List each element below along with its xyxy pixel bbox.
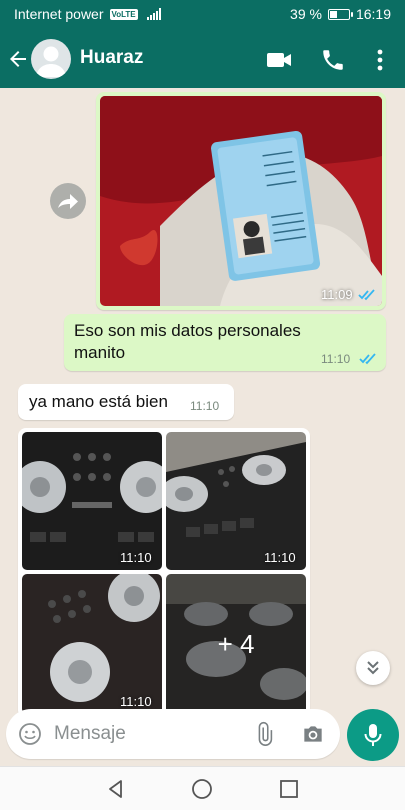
message-time: 11:10 (190, 399, 220, 413)
more-options-icon[interactable] (367, 47, 393, 73)
dj-controller-photo[interactable]: 11:10 (22, 574, 162, 714)
incoming-image-group[interactable]: 11:10 11:10 11:10 + 4 (18, 428, 310, 718)
id-card-photo[interactable] (100, 96, 382, 306)
volte-badge: VoLTE (109, 8, 138, 20)
message-composer[interactable]: Mensaje (6, 709, 340, 759)
message-time: 11:10 (321, 352, 351, 366)
back-arrow-icon[interactable] (6, 47, 30, 71)
battery-percent: 39 % (290, 6, 322, 22)
battery-icon (327, 8, 353, 20)
forward-icon (58, 194, 78, 209)
nav-recents-icon[interactable] (279, 779, 299, 799)
outgoing-text-message[interactable]: Eso son mis datos personales manito 11:1… (64, 314, 386, 371)
status-left: Internet power VoLTE (14, 6, 161, 22)
forward-button[interactable] (50, 183, 86, 219)
message-text: ya mano está bien (29, 392, 168, 411)
voice-message-button[interactable] (347, 709, 399, 761)
status-bar: Internet power VoLTE 39 % 16:19 (0, 0, 405, 30)
photo-time: 11:10 (120, 550, 152, 565)
read-ticks-icon (359, 353, 376, 365)
clock: 16:19 (355, 6, 391, 22)
status-right: 39 % 16:19 (290, 6, 391, 22)
microphone-icon (364, 724, 382, 746)
message-text: Eso son mis datos personales manito (74, 321, 301, 362)
photo-time: 11:10 (120, 694, 152, 709)
dj-controller-photo[interactable]: 11:10 (22, 432, 162, 570)
video-call-icon[interactable] (266, 47, 292, 73)
incoming-text-message[interactable]: ya mano está bien 11:10 (18, 384, 234, 420)
phone-icon[interactable] (320, 47, 346, 73)
dj-controller-photo[interactable]: 11:10 (166, 432, 306, 570)
double-chevron-down-icon (367, 661, 379, 675)
battery-level (329, 10, 337, 18)
chat-header: Huaraz (0, 30, 405, 88)
message-input[interactable]: Mensaje (54, 723, 126, 745)
contact-name[interactable]: Huaraz (80, 47, 143, 69)
nav-back-icon[interactable] (106, 779, 126, 799)
message-time: 11:09 (321, 287, 353, 302)
scroll-to-bottom-button[interactable] (356, 651, 390, 685)
emoji-icon[interactable] (18, 722, 42, 746)
avatar[interactable] (31, 39, 71, 79)
attach-icon[interactable] (251, 721, 277, 747)
photo-time: 11:10 (264, 550, 296, 565)
dj-controller-photo-more[interactable]: + 4 (166, 574, 306, 714)
camera-icon[interactable] (300, 721, 326, 747)
read-ticks-icon (358, 289, 375, 301)
chat-area[interactable]: 11:09 Eso son mis datos personales manit… (0, 88, 405, 765)
carrier-name: Internet power (14, 6, 104, 22)
signal-icon (146, 8, 161, 20)
more-photos-count[interactable]: + 4 (166, 574, 306, 714)
outgoing-image-message[interactable]: 11:09 (96, 92, 386, 310)
nav-home-icon[interactable] (191, 778, 213, 800)
system-navigation-bar (0, 766, 405, 810)
